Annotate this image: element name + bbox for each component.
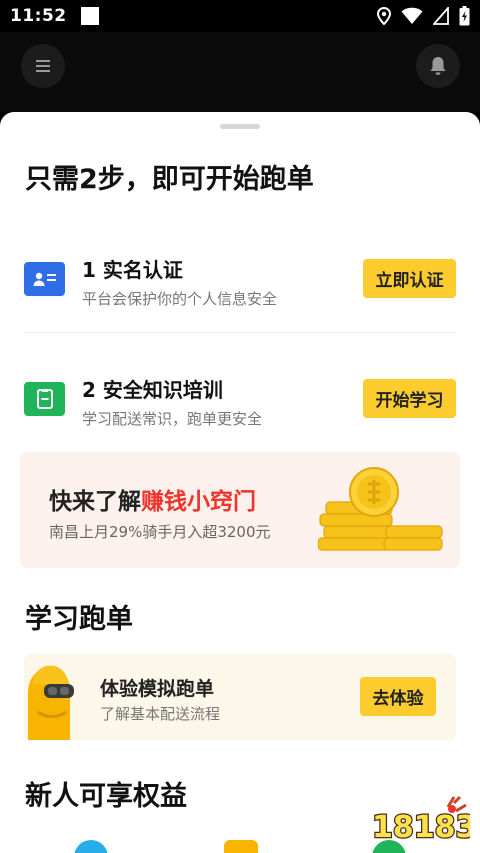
gold-coins-icon	[318, 467, 443, 551]
banner-title: 快来了解赚钱小窍门	[49, 482, 256, 516]
simulation-title: 体验模拟跑单	[100, 678, 215, 700]
perks-section-heading: 新人可享权益	[25, 781, 187, 812]
signal-icon	[433, 7, 449, 25]
step-title: 2 安全知识培训	[82, 378, 223, 402]
menu-button[interactable]	[21, 44, 65, 88]
learn-section-heading: 学习跑单	[25, 604, 133, 635]
document-icon	[24, 382, 65, 416]
divider	[24, 332, 456, 333]
banner-description: 南昌上月29%骑手月入超3200元	[49, 523, 271, 541]
step-title: 1 实名认证	[82, 258, 183, 282]
status-time: 11:52	[10, 6, 67, 26]
perk-icon-2[interactable]	[224, 840, 258, 853]
step-safety-training: 2 安全知识培训 学习配送常识，跑单更安全 开始学习	[0, 362, 480, 432]
verify-now-button[interactable]: 立即认证	[363, 259, 456, 298]
step-description: 平台会保护你的个人信息安全	[82, 290, 278, 308]
notification-bell-button[interactable]	[416, 44, 460, 88]
menu-icon	[36, 60, 50, 72]
wifi-icon	[401, 7, 423, 25]
page-title: 只需2步，即可开始跑单	[25, 164, 314, 195]
simulation-card[interactable]: 体验模拟跑单 了解基本配送流程 去体验	[24, 654, 456, 740]
start-learning-button[interactable]: 开始学习	[363, 379, 456, 418]
simulation-description: 了解基本配送流程	[100, 705, 221, 723]
banner-title-highlight: 赚钱小窍门	[141, 489, 256, 515]
rider-mascot-icon	[28, 665, 74, 740]
bell-icon	[430, 57, 446, 75]
banner-title-prefix: 快来了解	[49, 489, 141, 515]
step-description: 学习配送常识，跑单更安全	[82, 410, 263, 428]
location-icon	[377, 7, 391, 25]
notification-icon	[80, 7, 99, 25]
status-bar: 11:52	[0, 0, 480, 32]
id-card-icon	[24, 262, 65, 296]
try-simulation-button[interactable]: 去体验	[360, 677, 436, 716]
watermark-logo: 18183	[371, 795, 470, 845]
sheet-drag-handle[interactable]	[220, 124, 260, 129]
watermark-text: 18183	[372, 810, 470, 845]
battery-icon	[459, 6, 470, 26]
earning-tips-banner[interactable]: 快来了解赚钱小窍门 南昌上月29%骑手月入超3200元	[20, 452, 460, 568]
perk-icon-1[interactable]	[74, 840, 108, 853]
step-real-name-verification: 1 实名认证 平台会保护你的个人信息安全 立即认证	[0, 242, 480, 312]
top-bar	[0, 32, 480, 112]
onboarding-sheet: 只需2步，即可开始跑单 1 实名认证 平台会保护你的个人信息安全 立即认证 2 …	[0, 112, 480, 853]
